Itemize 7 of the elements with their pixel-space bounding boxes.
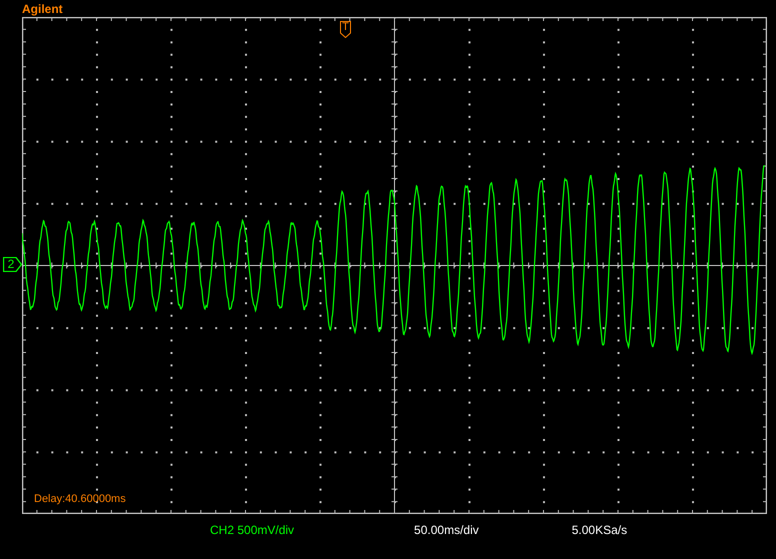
brand-logo: Agilent	[22, 2, 63, 16]
sample-rate-readout: 5.00KSa/s	[572, 523, 628, 537]
trigger-marker: T	[340, 21, 351, 38]
channel-scale: CH2 500mV/div	[210, 523, 294, 537]
channel-marker: 2	[3, 257, 22, 272]
timebase-readout: 50.00ms/div	[414, 523, 479, 537]
delay-readout: Delay:40.60000ms	[34, 493, 126, 506]
